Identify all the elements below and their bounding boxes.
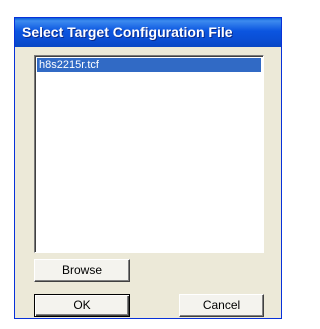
browse-button[interactable]: Browse [34,259,130,282]
ok-button[interactable]: OK [34,294,130,317]
dialog-title: Select Target Configuration File [22,24,233,40]
title-bar[interactable]: Select Target Configuration File [15,18,281,47]
list-item[interactable]: h8s2215r.tcf [37,58,261,72]
file-list[interactable]: h8s2215r.tcf [34,55,264,253]
cancel-button[interactable]: Cancel [179,294,264,317]
select-target-config-dialog: Select Target Configuration File h8s2215… [14,17,282,319]
